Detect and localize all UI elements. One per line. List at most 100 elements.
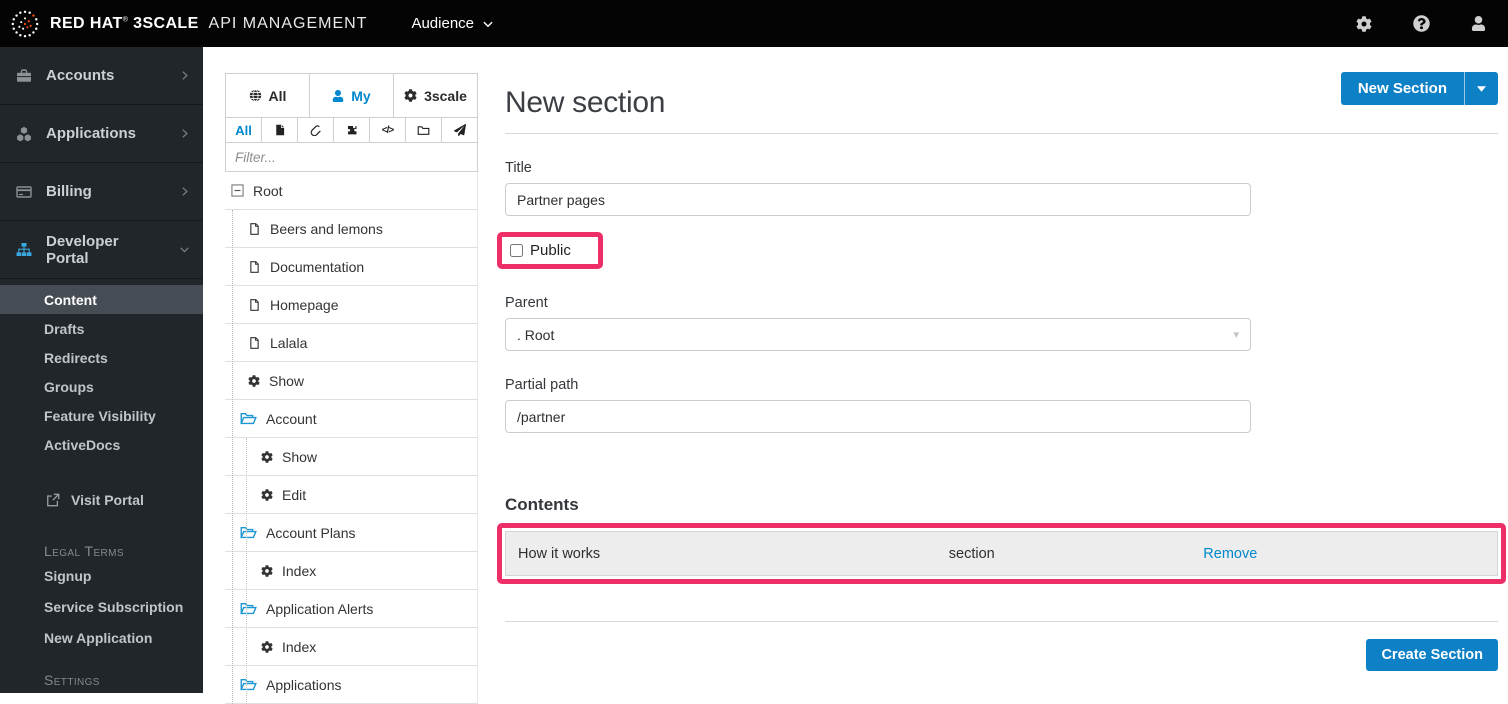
- tree-guide-line: [246, 438, 247, 704]
- visit-portal-label: Visit Portal: [71, 492, 144, 508]
- file-icon: [248, 298, 261, 312]
- title-input[interactable]: [505, 183, 1251, 216]
- tree-node[interactable]: Homepage: [225, 286, 477, 324]
- tree-node[interactable]: Documentation: [225, 248, 477, 286]
- content-item-type: section: [948, 545, 995, 562]
- sidebar-item-service-subscription[interactable]: Service Subscription: [0, 592, 203, 621]
- sidebar-item-developer-portal[interactable]: Developer Portal: [0, 221, 203, 279]
- parent-select-value: . Root: [517, 326, 555, 343]
- tree-node-folder[interactable]: Application Alerts: [225, 590, 477, 628]
- tree-node-label: Index: [282, 562, 317, 579]
- contents-highlight-annotation: How it works section Remove: [497, 523, 1506, 584]
- briefcase-icon: [16, 68, 32, 84]
- audience-menu[interactable]: Audience: [411, 15, 494, 32]
- new-section-split-button: New Section: [1340, 72, 1498, 105]
- sidebar-item-feature-visibility[interactable]: Feature Visibility: [0, 401, 203, 430]
- tab-my[interactable]: My: [310, 74, 394, 117]
- partial-path-input[interactable]: [505, 400, 1251, 433]
- sidebar-item-label: Applications: [46, 125, 137, 142]
- parent-select[interactable]: . Root ▾: [505, 318, 1251, 351]
- content-item-name: How it works: [518, 545, 601, 562]
- tree-nodes: Root Beers and lemons Documentation Home…: [225, 172, 478, 704]
- sidebar-item-groups[interactable]: Groups: [0, 372, 203, 401]
- tree-node[interactable]: Edit: [225, 476, 477, 514]
- remove-link[interactable]: Remove: [1203, 546, 1497, 562]
- folder-open-icon: [240, 412, 257, 425]
- create-section-button[interactable]: Create Section: [1366, 639, 1498, 671]
- credit-card-icon: [16, 184, 32, 200]
- tree-node-label: Application Alerts: [266, 600, 374, 617]
- tab-label: 3scale: [424, 87, 467, 104]
- brand-redhat: RED HAT: [50, 14, 123, 32]
- cubes-icon: [16, 126, 32, 142]
- legal-terms-items: Signup Service Subscription New Applicat…: [0, 561, 203, 652]
- public-label: Public: [530, 242, 571, 259]
- tree-node-label: Root: [253, 182, 283, 199]
- chevron-right-icon: [179, 70, 190, 81]
- gear-icon: [261, 451, 273, 463]
- tree-node-root[interactable]: Root: [225, 172, 477, 210]
- tree-node-label: Show: [282, 448, 318, 465]
- filter-files[interactable]: [298, 118, 334, 142]
- sidebar-item-applications[interactable]: Applications: [0, 105, 203, 163]
- sidebar-item-new-application[interactable]: New Application: [0, 623, 203, 652]
- tab-all[interactable]: All: [226, 74, 310, 117]
- new-section-button[interactable]: New Section: [1340, 72, 1465, 105]
- tab-3scale[interactable]: 3scale: [394, 74, 477, 117]
- sidebar-item-activedocs[interactable]: ActiveDocs: [0, 430, 203, 459]
- user-icon[interactable]: [1471, 16, 1486, 31]
- main-content: New section New Section Title Public Par…: [478, 47, 1508, 693]
- visit-portal-link[interactable]: Visit Portal: [0, 485, 203, 515]
- header-divider: [505, 133, 1498, 134]
- sidebar-item-label: Accounts: [46, 67, 115, 84]
- tree-node-folder[interactable]: Account Plans: [225, 514, 477, 552]
- sidebar-item-signup[interactable]: Signup: [0, 561, 203, 590]
- filter-partials[interactable]: [334, 118, 370, 142]
- parent-label: Parent: [505, 295, 548, 311]
- brand-suffix: API MANAGEMENT: [208, 14, 368, 32]
- sidebar-item-drafts[interactable]: Drafts: [0, 314, 203, 343]
- tree-node-label: Account Plans: [266, 524, 356, 541]
- sidebar-item-content[interactable]: Content: [0, 285, 203, 314]
- new-section-dropdown-toggle[interactable]: [1465, 72, 1498, 105]
- tree-node-folder[interactable]: Account: [225, 400, 477, 438]
- filter-all[interactable]: All: [226, 118, 262, 142]
- sidebar-section-header-legal-terms: Legal Terms: [44, 543, 124, 559]
- tab-label: All: [268, 87, 287, 104]
- gear-icon: [261, 565, 273, 577]
- sidebar-item-label: Billing: [46, 183, 92, 200]
- filter-templates[interactable]: </>: [370, 118, 406, 142]
- sitemap-icon: [16, 242, 32, 258]
- tree-node[interactable]: Show: [225, 362, 477, 400]
- tree-node[interactable]: Lalala: [225, 324, 477, 362]
- filter-pages[interactable]: [262, 118, 298, 142]
- tree-node-label: Homepage: [270, 296, 339, 313]
- sidebar-item-accounts[interactable]: Accounts: [0, 47, 203, 105]
- sidebar-item-billing[interactable]: Billing: [0, 163, 203, 221]
- select-caret-icon: ▾: [1233, 329, 1239, 341]
- contents-row: How it works section Remove: [505, 531, 1498, 576]
- tab-label: My: [351, 87, 371, 104]
- tree-node[interactable]: Show: [225, 438, 477, 476]
- developer-portal-submenu: Content Drafts Redirects Groups Feature …: [0, 279, 203, 459]
- tree-filter: [225, 143, 478, 172]
- public-checkbox[interactable]: [510, 244, 523, 257]
- tree-node-folder[interactable]: Applications: [225, 666, 477, 704]
- question-circle-icon[interactable]: [1413, 15, 1430, 32]
- filter-sections[interactable]: [406, 118, 442, 142]
- filter-portlets[interactable]: [442, 118, 477, 142]
- tree-node[interactable]: Beers and lemons: [225, 210, 477, 248]
- submenu-label: New Application: [44, 629, 153, 646]
- submenu-label: Redirects: [44, 349, 108, 366]
- submenu-label: Content: [44, 291, 97, 308]
- sidebar-item-redirects[interactable]: Redirects: [0, 343, 203, 372]
- globe-icon: [249, 89, 262, 102]
- submenu-label: Service Subscription: [44, 598, 184, 615]
- tree-node[interactable]: Index: [225, 552, 477, 590]
- filter-input[interactable]: [225, 143, 478, 172]
- gear-icon[interactable]: [1356, 16, 1372, 32]
- file-icon: [248, 336, 261, 350]
- tree-node[interactable]: Index: [225, 628, 477, 666]
- puzzle-icon: [346, 124, 358, 136]
- tree-guide-line: [232, 210, 233, 704]
